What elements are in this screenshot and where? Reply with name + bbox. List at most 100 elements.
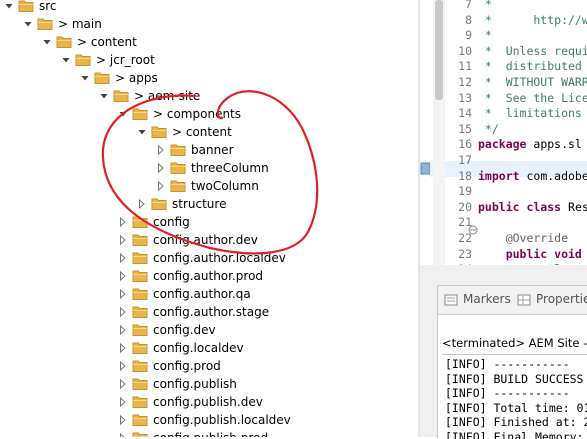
tree-item[interactable]: banner (0, 141, 418, 159)
overview-ruler (420, 0, 431, 265)
line-number: 11 (458, 59, 472, 74)
line-number: 21 (458, 215, 472, 230)
code-line: */ (478, 121, 499, 136)
tree-item[interactable]: config.author.stage (0, 303, 418, 321)
line-number: 12 (458, 75, 472, 89)
collapsed-arrow-icon[interactable] (118, 267, 128, 285)
expanded-arrow-icon[interactable] (80, 69, 90, 87)
tree-item[interactable]: config.prod (0, 357, 418, 375)
collapsed-arrow-icon[interactable] (118, 231, 128, 249)
expanded-arrow-icon[interactable] (4, 0, 14, 15)
tree-item-label: config.dev (153, 323, 216, 337)
tree-item-label: > aem-site (134, 89, 201, 103)
folder-icon (18, 0, 35, 13)
collapsed-arrow-icon[interactable] (118, 429, 128, 437)
line-number: 7 (465, 0, 472, 11)
collapsed-arrow-icon[interactable] (156, 159, 166, 177)
expanded-arrow-icon[interactable] (23, 15, 33, 33)
code-line: * Unless requi (478, 43, 587, 58)
collapsed-arrow-icon[interactable] (118, 249, 128, 267)
expanded-arrow-icon[interactable] (118, 105, 128, 123)
console-line: [INFO] Final Memory: (445, 430, 584, 439)
folder-icon (132, 268, 149, 283)
line-number: 8 (465, 12, 472, 27)
collapsed-arrow-icon[interactable] (156, 141, 166, 159)
expanded-arrow-icon[interactable] (137, 123, 147, 141)
line-number: 17 (458, 153, 472, 167)
tree-item[interactable]: > content (0, 33, 418, 51)
collapsed-arrow-icon[interactable] (118, 303, 128, 321)
tree-item[interactable]: config.publish.dev (0, 393, 418, 411)
tree-item[interactable]: config.publish.localdev (0, 411, 418, 429)
tree-item[interactable]: config.localdev (0, 339, 418, 357)
tab-properties[interactable]: Properties (536, 292, 587, 306)
collapsed-arrow-icon[interactable] (118, 375, 128, 393)
tree-item[interactable]: structure (0, 195, 418, 213)
code-line: * http://w (478, 12, 587, 27)
collapsed-arrow-icon[interactable] (118, 321, 128, 339)
tree-item[interactable]: src (0, 0, 418, 15)
console-output[interactable]: [INFO] ----------- [INFO] BUILD SUCCESS [I… (442, 354, 587, 439)
pane-divider-horizontal[interactable] (420, 265, 587, 285)
tree-item-label: banner (191, 143, 234, 157)
collapsed-arrow-icon[interactable] (118, 285, 128, 303)
collapsed-arrow-icon[interactable] (118, 393, 128, 411)
tree-item[interactable]: > components (0, 105, 418, 123)
tree-item-label: config.author.localdev (153, 251, 286, 265)
tree-item[interactable]: config.author.prod (0, 267, 418, 285)
folder-icon (37, 16, 54, 31)
code-line: * (478, 28, 492, 43)
collapsed-arrow-icon[interactable] (156, 177, 166, 195)
code-editor[interactable]: 789101112131415161718192021222324 * * ht… (420, 0, 587, 265)
tree-item-label: > apps (115, 71, 158, 85)
folder-icon (132, 340, 149, 355)
line-number: 20 (458, 199, 472, 214)
collapsed-arrow-icon[interactable] (118, 357, 128, 375)
tree-item[interactable]: config.author.qa (0, 285, 418, 303)
code-line: public class Res (478, 199, 587, 214)
markers-icon (444, 294, 458, 306)
folder-icon (56, 34, 73, 49)
collapsed-arrow-icon[interactable] (118, 411, 128, 429)
tree-item[interactable]: > content (0, 123, 418, 141)
tree-item[interactable]: threeColumn (0, 159, 418, 177)
folder-icon (132, 376, 149, 391)
collapsed-arrow-icon[interactable] (118, 339, 128, 357)
tree-item-label: config.publish.dev (153, 395, 263, 409)
folder-icon (132, 358, 149, 373)
expanded-arrow-icon[interactable] (42, 33, 52, 51)
tree-item[interactable]: config.author.localdev (0, 249, 418, 267)
collapsed-arrow-icon[interactable] (118, 213, 128, 231)
tree-item[interactable]: config.dev (0, 321, 418, 339)
tree-item-label: config.localdev (153, 341, 244, 355)
tree-item-label: config.author.stage (153, 305, 270, 319)
folder-icon (132, 304, 149, 319)
expanded-arrow-icon[interactable] (99, 87, 109, 105)
code-line: * limitations (478, 106, 582, 121)
line-number: 13 (458, 90, 472, 105)
tree-item-label: > jcr_root (96, 53, 155, 67)
console-status: <terminated> AEM Site - Co (442, 336, 587, 350)
tree-item[interactable]: config.author.dev (0, 231, 418, 249)
expanded-arrow-icon[interactable] (61, 51, 71, 69)
line-number: 16 (458, 137, 472, 152)
tree-item[interactable]: > main (0, 15, 418, 33)
tree-item[interactable]: config.publish.prod (0, 429, 418, 437)
tree-item[interactable]: > aem-site (0, 87, 418, 105)
tree-item[interactable]: > jcr_root (0, 51, 418, 69)
line-number: 18 (458, 168, 472, 183)
folder-icon (132, 232, 149, 247)
tree-item-label: config.author.prod (153, 269, 264, 283)
tree-item-label: twoColumn (191, 179, 259, 193)
folder-icon (94, 70, 111, 85)
tree-item[interactable]: config (0, 213, 418, 231)
line-number: 22 (458, 231, 472, 245)
bottom-panel: Markers Properties <terminated> AEM Site… (437, 285, 587, 439)
tree-item[interactable]: > apps (0, 69, 418, 87)
tree-item-label: > content (77, 35, 137, 49)
tree-item[interactable]: twoColumn (0, 177, 418, 195)
tree-item[interactable]: config.publish (0, 375, 418, 393)
line-number-gutter: 789101112131415161718192021222324 (430, 0, 478, 265)
tab-markers[interactable]: Markers (463, 292, 511, 306)
collapsed-arrow-icon[interactable] (137, 195, 147, 213)
